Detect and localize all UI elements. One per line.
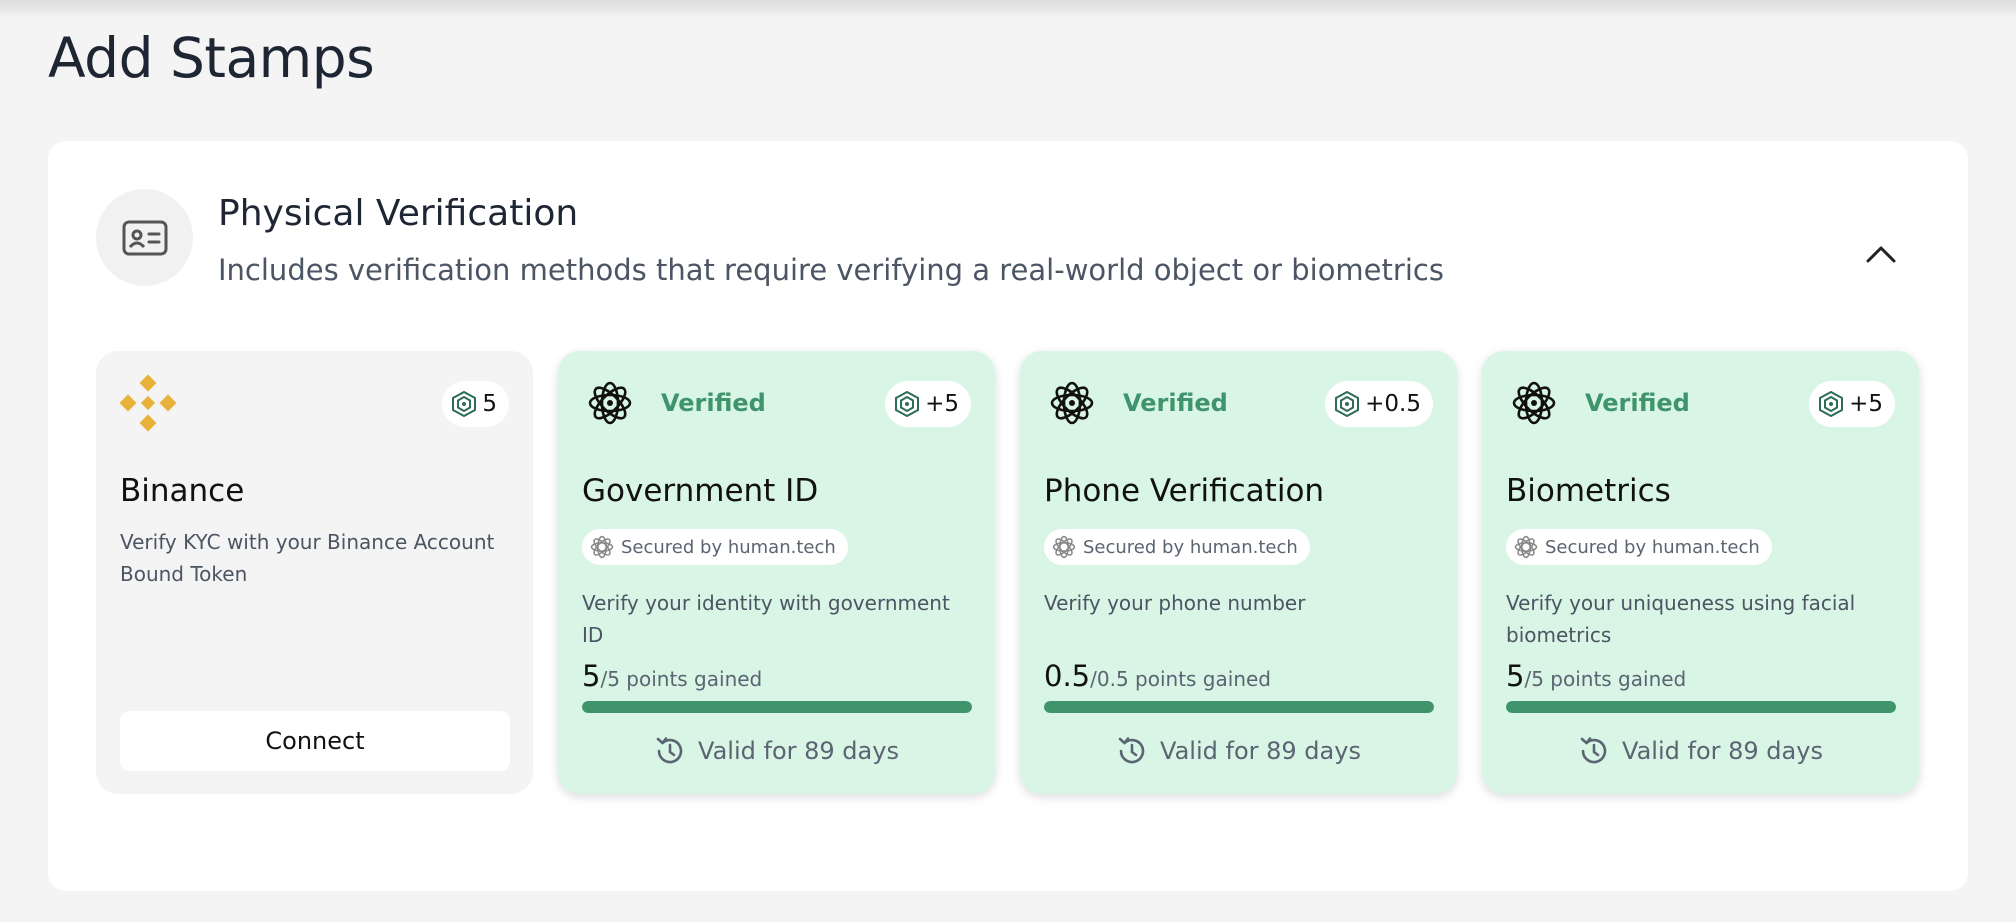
secured-by-badge: Secured by human.tech: [582, 529, 848, 565]
points-badge: +5: [885, 381, 971, 427]
points-gained: 5/5 points gained: [582, 659, 762, 693]
secured-by-label: Secured by human.tech: [1083, 536, 1298, 558]
category-icon-container: [96, 189, 193, 286]
points-badge-value: +5: [925, 391, 959, 417]
stamp-name: Phone Verification: [1044, 473, 1325, 509]
human-tech-small-icon: [590, 535, 614, 559]
points-gained-total: /5 points gained: [600, 667, 763, 691]
points-badge: 5: [442, 381, 509, 427]
points-badge-value: 5: [482, 391, 497, 417]
validity-row: Valid for 89 days: [1482, 735, 1919, 767]
points-gained-total: /0.5 points gained: [1090, 667, 1271, 691]
stamp-description: Verify your phone number: [1044, 591, 1306, 615]
validity-row: Valid for 89 days: [1020, 735, 1457, 767]
human-tech-small-icon: [1052, 535, 1076, 559]
stamp-card-binance: 5 Binance Verify KYC with your Binance A…: [96, 351, 533, 794]
stamp-card-government-id: Verified +5 Government ID Secured by hum…: [558, 351, 995, 794]
header-shadow: [0, 0, 2016, 18]
category-description: Includes verification methods that requi…: [218, 253, 1444, 287]
stamp-name: Binance: [120, 473, 245, 509]
points-gained-total: /5 points gained: [1524, 667, 1687, 691]
points-badge: +5: [1809, 381, 1895, 427]
verified-label: Verified: [1585, 389, 1690, 417]
points-gained-value: 5: [1506, 659, 1525, 693]
secured-by-label: Secured by human.tech: [621, 536, 836, 558]
id-card-icon: [122, 220, 167, 255]
validity-row: Valid for 89 days: [558, 735, 995, 767]
page-title: Add Stamps: [48, 26, 375, 90]
stamp-name: Government ID: [582, 473, 819, 509]
stamp-card-phone-verification: Verified +0.5 Phone Verification Secured…: [1020, 351, 1457, 794]
category-title: Physical Verification: [218, 193, 579, 234]
history-clock-icon: [656, 737, 683, 764]
stamp-card-biometrics: Verified +5 Biometrics Secured by human.…: [1482, 351, 1919, 794]
verified-label: Verified: [1123, 389, 1228, 417]
validity-label: Valid for 89 days: [1622, 737, 1823, 765]
points-progress-bar: [1506, 701, 1896, 713]
points-shield-icon: [452, 391, 477, 417]
points-progress-fill: [582, 701, 972, 713]
validity-label: Valid for 89 days: [1160, 737, 1361, 765]
stamp-description: Verify KYC with your Binance Account Bou…: [120, 530, 495, 586]
collapse-button[interactable]: [1858, 231, 1904, 277]
chevron-up-icon: [1866, 246, 1896, 263]
points-gained-value: 5: [582, 659, 601, 693]
history-clock-icon: [1118, 737, 1145, 764]
binance-logo-icon: [118, 373, 178, 433]
points-progress-fill: [1506, 701, 1896, 713]
points-progress-bar: [1044, 701, 1434, 713]
points-badge-value: +5: [1849, 391, 1883, 417]
points-shield-icon: [1335, 391, 1360, 417]
points-gained: 5/5 points gained: [1506, 659, 1686, 693]
points-badge: +0.5: [1325, 381, 1433, 427]
verified-label: Verified: [661, 389, 766, 417]
points-gained-value: 0.5: [1044, 659, 1091, 693]
validity-label: Valid for 89 days: [698, 737, 899, 765]
secured-by-badge: Secured by human.tech: [1506, 529, 1772, 565]
points-gained: 0.5/0.5 points gained: [1044, 659, 1271, 693]
points-badge-value: +0.5: [1365, 391, 1421, 417]
human-tech-logo-icon: [1042, 373, 1102, 433]
points-shield-icon: [895, 391, 920, 417]
stamp-description: Verify your identity with government ID: [582, 591, 950, 647]
human-tech-logo-icon: [580, 373, 640, 433]
human-tech-small-icon: [1514, 535, 1538, 559]
secured-by-label: Secured by human.tech: [1545, 536, 1760, 558]
human-tech-logo-icon: [1504, 373, 1564, 433]
stamp-category-panel: Physical Verification Includes verificat…: [48, 141, 1968, 891]
connect-button[interactable]: Connect: [120, 711, 510, 771]
stamp-name: Biometrics: [1506, 473, 1671, 509]
points-progress-fill: [1044, 701, 1434, 713]
stamp-description: Verify your uniqueness using facial biom…: [1506, 591, 1856, 647]
history-clock-icon: [1580, 737, 1607, 764]
points-progress-bar: [582, 701, 972, 713]
points-shield-icon: [1819, 391, 1844, 417]
secured-by-badge: Secured by human.tech: [1044, 529, 1310, 565]
